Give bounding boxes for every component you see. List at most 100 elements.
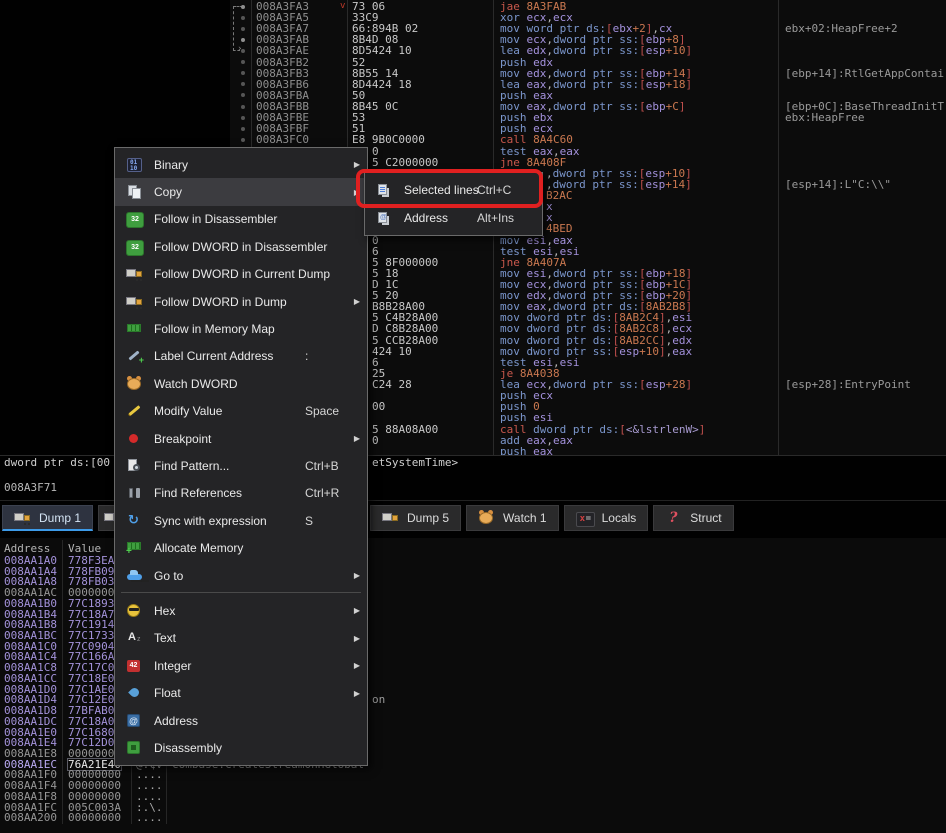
menu-item-hex[interactable]: Hex▶: [115, 597, 367, 624]
disasm-address: 008A3FC0: [256, 134, 309, 145]
menu-item-sync-with-expression[interactable]: Sync with expressionS: [115, 507, 367, 534]
submenu-arrow-icon: ▶: [354, 606, 360, 615]
tab-watch-1[interactable]: Watch 1: [466, 505, 559, 531]
instruction-dot[interactable]: [241, 38, 245, 42]
text-icon: [126, 630, 144, 646]
menu-item-address[interactable]: Address: [115, 707, 367, 734]
tab-label: Struct: [690, 511, 721, 525]
dump-row[interactable]: 008AA20000000000....: [0, 812, 946, 823]
menu-item-label: Float: [154, 686, 181, 700]
menu-item-follow-in-memory-map[interactable]: Follow in Memory Map: [115, 315, 367, 342]
submenu-item-address[interactable]: AddressAlt+Ins: [365, 204, 542, 232]
menu-item-text[interactable]: Text▶: [115, 625, 367, 652]
menu-item-float[interactable]: Float▶: [115, 679, 367, 706]
instruction-dot[interactable]: [241, 105, 245, 109]
instruction-dot[interactable]: [241, 138, 245, 142]
menu-item-breakpoint[interactable]: Breakpoint▶: [115, 425, 367, 452]
menu-item-binary[interactable]: Binary▶: [115, 151, 367, 178]
menu-item-label: Disassembly: [154, 741, 222, 755]
menu-separator: [121, 592, 361, 593]
instruction-dot[interactable]: [241, 93, 245, 97]
dump-address: 008AA200: [4, 812, 57, 823]
disasm-bytes: 5 CCB28A00: [372, 335, 438, 346]
menu-item-follow-in-disassembler[interactable]: Follow in Disassembler: [115, 206, 367, 233]
dump-truck-icon: [126, 294, 144, 310]
find-pattern-icon: [126, 458, 144, 474]
tab-locals[interactable]: Locals: [564, 505, 649, 531]
disasm-bytes: 6: [372, 246, 379, 257]
locals-icon: [576, 512, 595, 527]
menu-item-label: Follow in Disassembler: [154, 212, 277, 226]
dump-ascii: ....: [136, 812, 163, 823]
context-menu: Binary▶Copy▶ Follow in Disassembler Follow…: [114, 147, 368, 766]
menu-item-go-to[interactable]: Go to▶: [115, 562, 367, 589]
instruction-dot[interactable]: [241, 49, 245, 53]
instruction-dot[interactable]: [241, 5, 245, 9]
menu-item-label-current-address[interactable]: Label Current Address:: [115, 343, 367, 370]
submenu-arrow-icon: ▶: [354, 297, 360, 306]
menu-item-integer[interactable]: Integer▶: [115, 652, 367, 679]
copy-icon: [126, 184, 144, 200]
instruction-dot[interactable]: [241, 27, 245, 31]
disasm-address: 008A3FAE: [256, 45, 309, 56]
instruction-dot[interactable]: [241, 116, 245, 120]
tab-dump-1[interactable]: Dump 1: [2, 505, 93, 531]
submenu-item-label: Address: [404, 211, 448, 225]
annotation-highlight-box: [356, 169, 543, 208]
menu-item-follow-dword-in-disassembler[interactable]: Follow DWORD in Disassembler: [115, 233, 367, 260]
menu-item-find-pattern[interactable]: Find Pattern... Ctrl+B: [115, 452, 367, 479]
label-pencil-icon: [126, 348, 144, 364]
menu-item-label: Find References: [154, 486, 242, 500]
menu-item-modify-value[interactable]: Modify Value Space: [115, 398, 367, 425]
dump-truck-icon: [382, 510, 400, 526]
disasm-row[interactable]: 008A3FAE8D5424 10lea edx,dword ptr ss:[e…: [230, 45, 946, 56]
debugger-window: › v008A3FA373 06jae 8A3FAB008A3FA533C9xo…: [0, 0, 946, 833]
menu-item-label: Find Pattern...: [154, 459, 229, 473]
disasm-row[interactable]: v008A3FA373 06jae 8A3FAB: [230, 1, 946, 12]
menu-item-copy[interactable]: Copy▶: [115, 178, 367, 205]
instruction-dot[interactable]: [241, 16, 245, 20]
tab-dump-5[interactable]: Dump 5: [370, 505, 461, 531]
disasm-comment: [esp+14]:L"C:\\": [785, 179, 891, 190]
menu-item-watch-dword[interactable]: Watch DWORD: [115, 370, 367, 397]
menu-item-follow-dword-in-current-dump[interactable]: Follow DWORD in Current Dump: [115, 261, 367, 288]
menu-item-label: Follow in Memory Map: [154, 322, 275, 336]
menu-item-label: Breakpoint: [154, 432, 211, 446]
disasm-bytes: 5 C2000000: [372, 157, 438, 168]
menu-item-shortcut: Ctrl+B: [305, 459, 339, 473]
disasm-row[interactable]: 008A3FB68D4424 18lea eax,dword ptr ss:[e…: [230, 79, 946, 90]
disasm-row[interactable]: 008A3FBE53push ebxebx:HeapFree: [230, 112, 946, 123]
instruction-dot[interactable]: [241, 71, 245, 75]
disasm-row[interactable]: 008A3FC0E8 9B0C0000call 8A4C60: [230, 134, 946, 145]
instruction-dot[interactable]: [241, 60, 245, 64]
instruction-dot[interactable]: [241, 82, 245, 86]
disasm-bytes: 00: [372, 401, 385, 412]
instruction-dot[interactable]: [241, 127, 245, 131]
dump-comment: on: [372, 694, 385, 705]
menu-item-allocate-memory[interactable]: Allocate Memory: [115, 534, 367, 561]
cpu-32-icon: [126, 240, 144, 256]
goto-car-icon: [126, 568, 144, 584]
dump-truck-icon: [126, 266, 144, 282]
info-address: 008A3F71: [4, 482, 57, 494]
menu-item-find-references[interactable]: Find ReferencesCtrl+R: [115, 480, 367, 507]
disasm-row[interactable]: 008A3FBF51push ecx: [230, 123, 946, 134]
disasm-bytes: C24 28: [372, 379, 412, 390]
tab-struct[interactable]: Struct: [653, 505, 733, 531]
menu-item-label: Watch DWORD: [154, 377, 238, 391]
disasm-address: 008A3FB2: [256, 57, 309, 68]
submenu-arrow-icon: ▶: [354, 634, 360, 643]
binoculars-icon: [126, 485, 144, 501]
disasm-comment: ebx+02:HeapFree+2: [785, 23, 898, 34]
dump-tab-bar-right: Dump 5Watch 1Locals Struct: [370, 505, 734, 531]
disasm-comment: ebx:HeapFree: [785, 112, 864, 123]
tab-label: Dump 1: [39, 511, 81, 525]
submenu-arrow-icon: ▶: [354, 160, 360, 169]
disasm-bytes: 0: [372, 235, 379, 246]
menu-item-follow-dword-in-dump[interactable]: Follow DWORD in Dump▶: [115, 288, 367, 315]
menu-item-disassembly[interactable]: Disassembly: [115, 734, 367, 761]
disasm-bytes: 5 88A08A00: [372, 424, 438, 435]
menu-item-label: Modify Value: [154, 404, 222, 418]
dump-header-value: Value: [68, 543, 101, 554]
menu-item-shortcut: Space: [305, 404, 339, 418]
